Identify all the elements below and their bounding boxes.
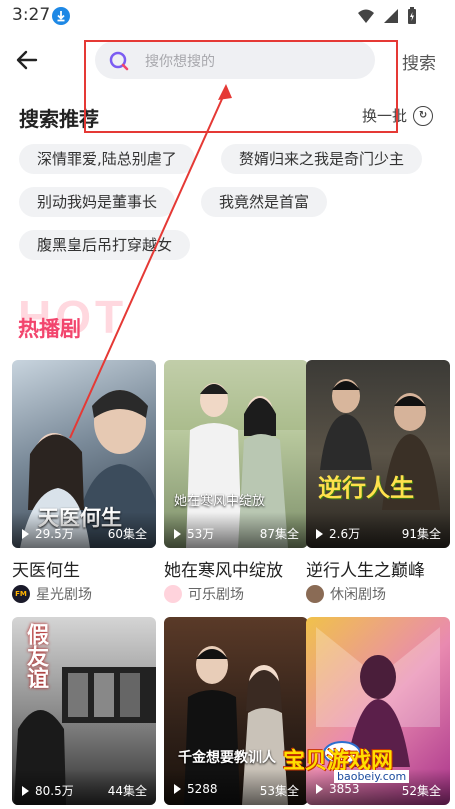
download-icon [52, 7, 70, 25]
episode-count: 87集全 [259, 527, 299, 541]
drama-poster: 天医何生 [12, 360, 156, 548]
recommend-chip[interactable]: 我竟然是首富 [201, 187, 328, 217]
recommend-chip[interactable]: 深情罪爱,陆总别虐了 [19, 144, 195, 174]
view-count: 5288 [174, 782, 218, 796]
view-count-label: 2.6万 [329, 527, 361, 541]
view-count-label: 53万 [187, 527, 215, 541]
watermark-url: baobeiy.com [334, 770, 410, 783]
episode-count: 91集全 [401, 527, 441, 541]
search-input[interactable]: 搜你想搜的 [95, 41, 375, 79]
status-time: 3:27 [12, 5, 51, 25]
play-icon [316, 528, 323, 539]
signal-icon [384, 9, 398, 23]
view-count-label: 80.5万 [35, 784, 74, 798]
view-count: 2.6万 [316, 525, 360, 542]
studio-name: 星光剧场 [36, 587, 92, 603]
studio: FM 星光剧场 [12, 584, 92, 604]
poster-title-art: 千金想要教训人 [178, 750, 276, 766]
drama-poster: 千金想要教训人 [164, 617, 308, 805]
back-button[interactable] [14, 47, 40, 73]
drama-poster: 她在寒风中绽放 [164, 360, 308, 548]
episode-count: 52集全 [401, 784, 441, 798]
recommend-chip[interactable]: 赘婿归来之我是奇门少主 [221, 144, 423, 174]
poster-title-art: 假友谊 [23, 623, 49, 689]
studio: 休闲剧场 [306, 584, 386, 604]
view-count: 53万 [174, 525, 214, 542]
studio-avatar [164, 585, 182, 603]
studio-avatar [306, 585, 324, 603]
search-bar-row: 搜你想搜的 搜索 [0, 38, 455, 82]
status-bar: 3:27 [0, 0, 455, 32]
view-count: 3853 [316, 782, 360, 796]
poster-title-art: 逆行人生 [318, 473, 414, 502]
episode-count: 60集全 [107, 527, 147, 541]
search-placeholder: 搜你想搜的 [145, 54, 215, 70]
play-icon [22, 528, 29, 539]
episode-count: 44集全 [107, 784, 147, 798]
drama-poster: 逆行人生 [306, 360, 450, 548]
view-count: 29.5万 [22, 525, 74, 542]
studio: 可乐剧场 [164, 584, 244, 604]
studio-name: 休闲剧场 [330, 587, 386, 603]
drama-title: 逆行人生之巅峰 [306, 561, 425, 581]
recommend-chip[interactable]: 腹黑皇后吊打穿越女 [19, 230, 191, 260]
poster-title-art: 她在寒风中绽放 [174, 494, 266, 509]
drama-poster: 假友谊 [12, 617, 156, 805]
play-icon [174, 528, 181, 539]
play-icon [174, 784, 181, 794]
battery-icon [408, 7, 416, 24]
recommend-title: 搜索推荐 [19, 107, 99, 131]
studio-avatar: FM [12, 585, 30, 603]
system-icons [357, 7, 417, 25]
refresh-button[interactable]: 换一批 ↻ [362, 105, 434, 126]
back-arrow-icon [16, 50, 38, 70]
hot-section-title: 热播剧 [18, 317, 81, 341]
drama-title: 她在寒风中绽放 [164, 561, 283, 581]
play-icon [22, 785, 29, 796]
view-count-label: 3853 [329, 782, 360, 796]
search-button[interactable]: 搜索 [402, 49, 436, 74]
drama-title: 天医何生 [12, 561, 80, 581]
play-icon [316, 784, 323, 794]
wifi-icon [358, 9, 374, 23]
studio-name: 可乐剧场 [188, 587, 244, 603]
search-icon [109, 51, 129, 71]
episode-count: 53集全 [259, 784, 299, 798]
refresh-icon: ↻ [413, 105, 434, 126]
view-count-label: 29.5万 [35, 527, 74, 541]
view-count: 80.5万 [22, 782, 74, 799]
recommend-chip[interactable]: 别动我妈是董事长 [19, 187, 176, 217]
view-count-label: 5288 [187, 782, 218, 796]
refresh-label: 换一批 [362, 107, 408, 125]
